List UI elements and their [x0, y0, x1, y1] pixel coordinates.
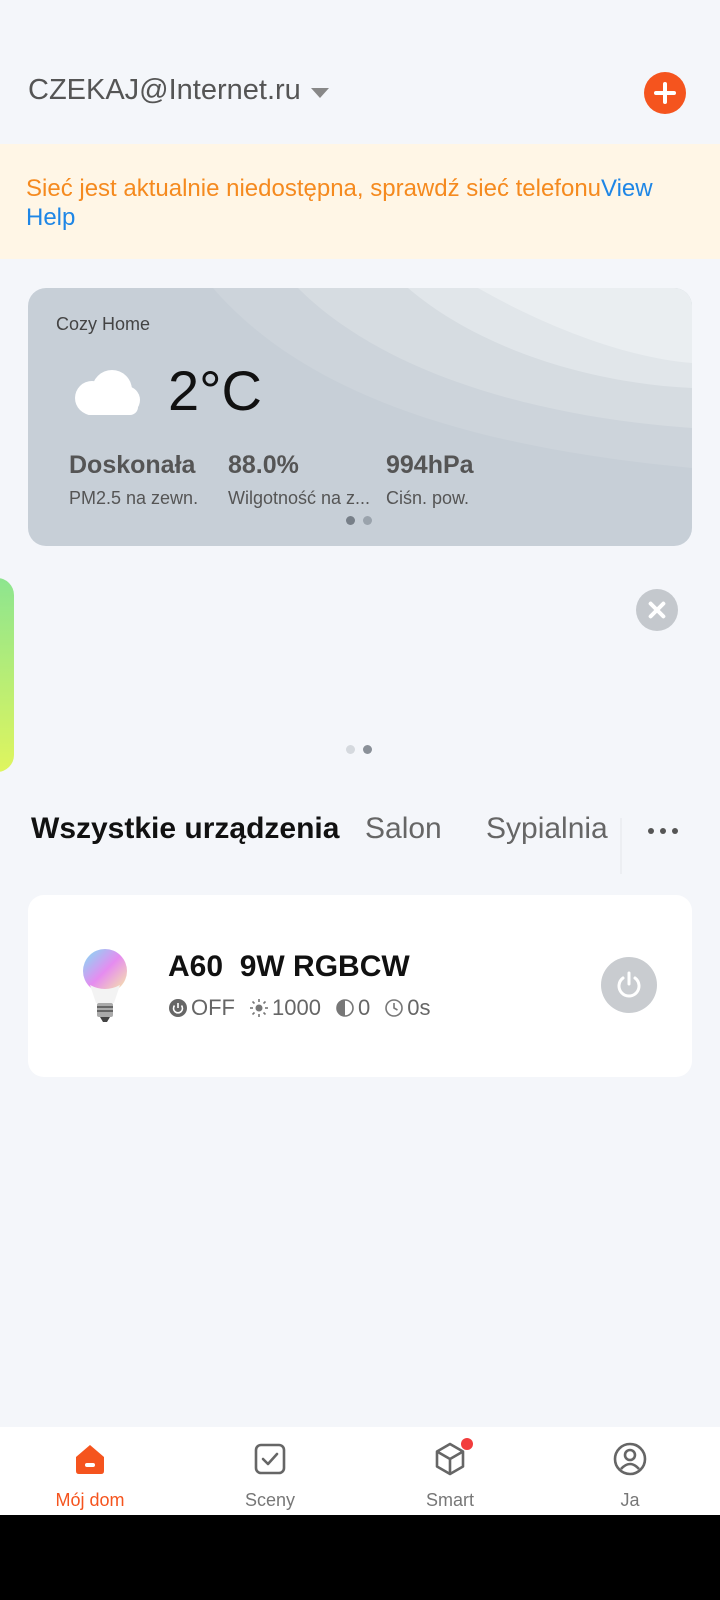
device-power-button[interactable] — [601, 957, 657, 1013]
page-dot — [346, 745, 355, 754]
cloud-icon — [75, 370, 140, 415]
more-rooms-button[interactable] — [648, 828, 678, 834]
promo-card-edge[interactable] — [0, 578, 14, 772]
humidity-value: 88.0% — [228, 451, 299, 479]
humidity-label: Wilgotność na z... — [228, 488, 371, 508]
brightness-value: 1000 — [272, 995, 321, 1020]
power-status: OFF — [168, 995, 235, 1021]
bulb-icon — [83, 949, 127, 1022]
temperature-value: 2°C — [168, 359, 262, 422]
contrast-status: 0 — [335, 995, 370, 1021]
more-dot — [648, 828, 654, 834]
device-card[interactable]: A60 9W RGBCW OFF 1000 0 0s — [28, 895, 692, 1077]
power-status-value: OFF — [191, 995, 235, 1020]
power-icon — [617, 971, 641, 998]
timer-status: 0s — [384, 995, 430, 1021]
pressure-value: 994hPa — [386, 451, 474, 479]
app-header: CZEKAJ@Internet.ru — [0, 0, 720, 144]
close-icon — [648, 601, 666, 619]
brightness-icon — [250, 999, 268, 1017]
nav-smart[interactable]: Smart — [360, 1427, 540, 1515]
account-name: CZEKAJ@Internet.ru — [28, 74, 301, 106]
nav-scenes[interactable]: Sceny — [180, 1427, 360, 1515]
more-dot — [660, 828, 666, 834]
add-device-button[interactable] — [644, 72, 686, 114]
page-dot — [346, 516, 355, 525]
contrast-icon — [336, 999, 354, 1017]
device-status-row: OFF 1000 0 0s — [168, 995, 444, 1021]
pm25-label: PM2.5 na zewn. — [69, 488, 199, 508]
tab-sypialnia[interactable]: Sypialnia — [486, 812, 608, 846]
plus-icon — [654, 82, 676, 104]
contrast-value: 0 — [357, 995, 371, 1020]
page-dot — [363, 745, 372, 754]
system-navigation-bar — [0, 1515, 720, 1600]
device-name: A60 9W RGBCW — [168, 950, 410, 983]
home-name: Cozy Home — [56, 314, 151, 334]
home-icon — [76, 1445, 104, 1474]
profile-icon — [613, 1442, 647, 1476]
brightness-status: 1000 — [249, 995, 321, 1021]
nav-me[interactable]: Ja — [540, 1427, 720, 1515]
nav-my-home[interactable]: Mój dom — [0, 1427, 180, 1515]
timer-value: 0s — [407, 995, 431, 1020]
scenes-icon — [254, 1443, 286, 1475]
close-promo-button[interactable] — [636, 589, 678, 631]
caret-down-icon — [310, 87, 329, 98]
bottom-navigation: Mój dom Sceny Smart Ja — [0, 1427, 720, 1515]
room-tabs: Wszystkie urządzenia Salon Sypialnia — [0, 812, 720, 856]
carousel-page-indicator — [346, 745, 372, 754]
power-status-icon — [169, 999, 187, 1017]
network-warning-banner: Sieć jest aktualnie niedostępna, sprawdź… — [0, 144, 720, 259]
network-warning-text: Sieć jest aktualnie niedostępna, sprawdź… — [26, 175, 602, 202]
pressure-stat: 994hPa Ciśn. pow. — [386, 451, 474, 509]
more-dot — [672, 828, 678, 834]
account-selector[interactable]: CZEKAJ@Internet.ru — [28, 74, 329, 107]
page-dot — [363, 516, 372, 525]
pressure-label: Ciśn. pow. — [386, 488, 470, 508]
nav-scenes-label: Sceny — [244, 1490, 296, 1510]
tab-salon[interactable]: Salon — [365, 812, 442, 846]
pm25-value: Doskonała — [69, 451, 196, 479]
nav-me-label: Ja — [620, 1490, 640, 1510]
tabs-divider — [620, 818, 622, 874]
pm25-stat: Doskonała PM2.5 na zewn. — [69, 451, 198, 509]
tab-all-devices[interactable]: Wszystkie urządzenia — [31, 812, 339, 846]
notification-badge — [461, 1438, 473, 1450]
weather-page-indicator — [346, 516, 372, 525]
humidity-stat: 88.0% Wilgotność na z... — [228, 451, 370, 509]
clock-icon — [385, 999, 404, 1017]
weather-card[interactable]: Cozy Home 2°C Doskonała PM2.5 na zewn. 8… — [28, 288, 692, 546]
nav-my-home-label: Mój dom — [55, 1490, 125, 1510]
nav-smart-label: Smart — [425, 1490, 474, 1510]
